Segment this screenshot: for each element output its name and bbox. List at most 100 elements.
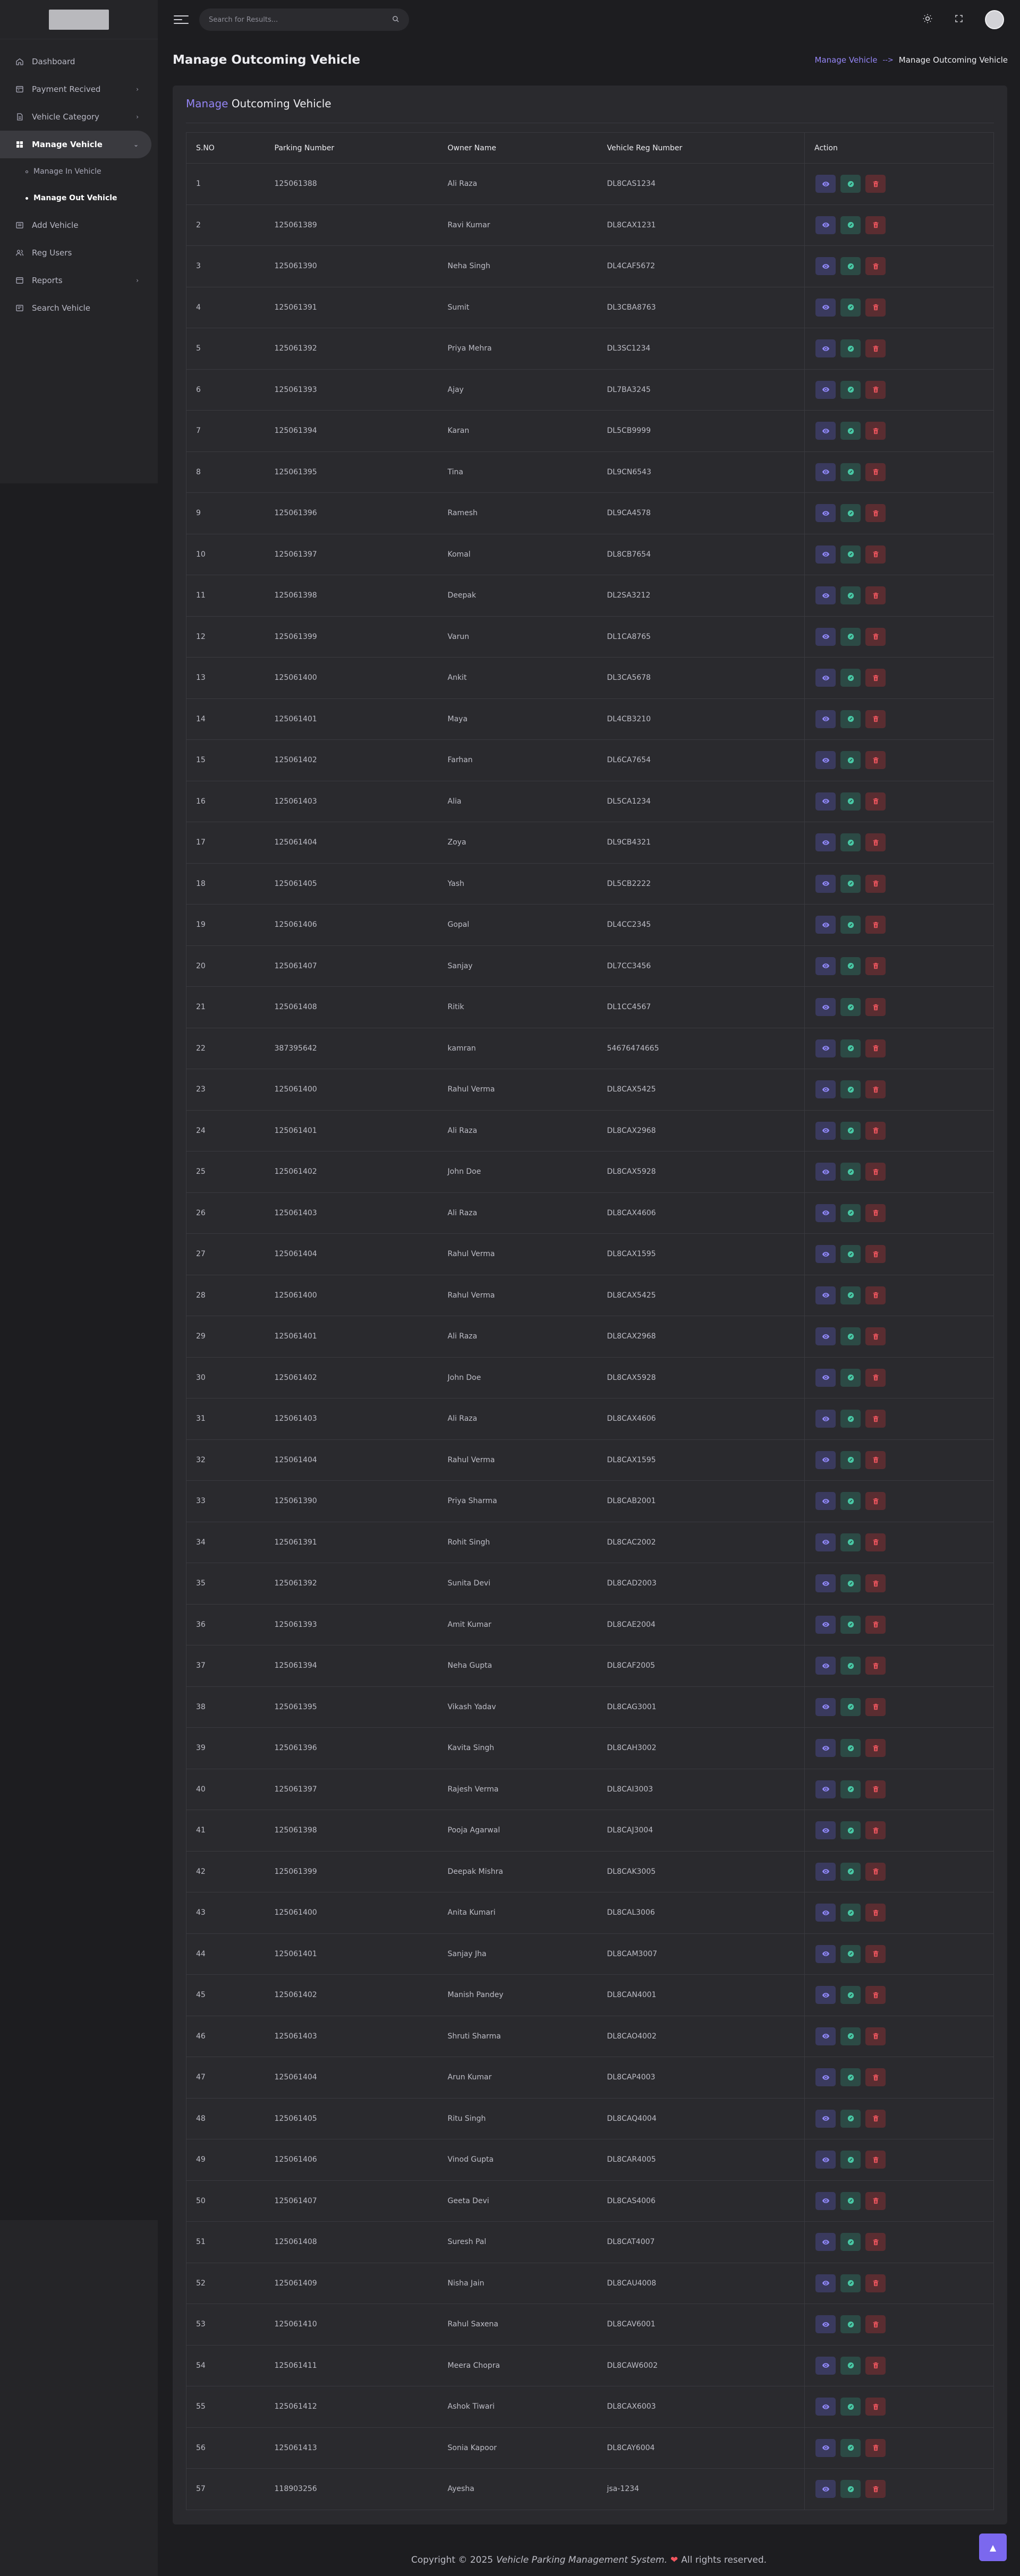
edit-button[interactable]: [840, 751, 861, 770]
delete-button[interactable]: [865, 1163, 886, 1181]
edit-button[interactable]: [840, 1163, 861, 1181]
delete-button[interactable]: [865, 1986, 886, 2004]
delete-button[interactable]: [865, 380, 886, 399]
edit-button[interactable]: [840, 1657, 861, 1675]
view-button[interactable]: [815, 298, 836, 317]
delete-button[interactable]: [865, 792, 886, 811]
delete-button[interactable]: [865, 1574, 886, 1593]
delete-button[interactable]: [865, 1039, 886, 1057]
view-button[interactable]: [815, 998, 836, 1017]
delete-button[interactable]: [865, 1204, 886, 1222]
view-button[interactable]: [815, 2233, 836, 2251]
delete-button[interactable]: [865, 1245, 886, 1264]
edit-button[interactable]: [840, 1986, 861, 2004]
view-button[interactable]: [815, 1492, 836, 1511]
view-button[interactable]: [815, 1780, 836, 1798]
edit-button[interactable]: [840, 1862, 861, 1881]
view-button[interactable]: [815, 1286, 836, 1304]
delete-button[interactable]: [865, 1533, 886, 1551]
delete-button[interactable]: [865, 1327, 886, 1346]
delete-button[interactable]: [865, 751, 886, 770]
view-button[interactable]: [815, 504, 836, 523]
view-button[interactable]: [815, 1451, 836, 1469]
edit-button[interactable]: [840, 1245, 861, 1264]
sidebar-item-search-vehicle[interactable]: Search Vehicle: [0, 294, 151, 322]
delete-button[interactable]: [865, 175, 886, 193]
delete-button[interactable]: [865, 1121, 886, 1140]
delete-button[interactable]: [865, 2356, 886, 2375]
view-button[interactable]: [815, 1574, 836, 1593]
edit-button[interactable]: [840, 1451, 861, 1469]
view-button[interactable]: [815, 2274, 836, 2292]
sidebar-item-add-vehicle[interactable]: Add Vehicle: [0, 211, 151, 239]
view-button[interactable]: [815, 1821, 836, 1840]
edit-button[interactable]: [840, 2109, 861, 2128]
delete-button[interactable]: [865, 1615, 886, 1634]
view-button[interactable]: [815, 710, 836, 728]
delete-button[interactable]: [865, 2315, 886, 2334]
edit-button[interactable]: [840, 1286, 861, 1304]
edit-button[interactable]: [840, 1368, 861, 1387]
delete-button[interactable]: [865, 463, 886, 481]
view-button[interactable]: [815, 1039, 836, 1057]
delete-button[interactable]: [865, 1368, 886, 1387]
edit-button[interactable]: [840, 792, 861, 811]
edit-button[interactable]: [840, 2274, 861, 2292]
view-button[interactable]: [815, 1904, 836, 1922]
edit-button[interactable]: [840, 545, 861, 564]
edit-button[interactable]: [840, 1698, 861, 1716]
edit-button[interactable]: [840, 957, 861, 975]
edit-button[interactable]: [840, 874, 861, 893]
breadcrumb-link-manage-vehicle[interactable]: Manage Vehicle: [815, 55, 878, 65]
view-button[interactable]: [815, 627, 836, 646]
view-button[interactable]: [815, 1163, 836, 1181]
delete-button[interactable]: [865, 504, 886, 523]
delete-button[interactable]: [865, 1657, 886, 1675]
sidebar-item-payment-recived[interactable]: Payment Recived ›: [0, 75, 151, 103]
edit-button[interactable]: [840, 669, 861, 687]
edit-button[interactable]: [840, 833, 861, 852]
delete-button[interactable]: [865, 957, 886, 975]
edit-button[interactable]: [840, 1533, 861, 1551]
view-button[interactable]: [815, 751, 836, 770]
view-button[interactable]: [815, 1944, 836, 1963]
edit-button[interactable]: [840, 1780, 861, 1798]
delete-button[interactable]: [865, 1410, 886, 1428]
edit-button[interactable]: [840, 1904, 861, 1922]
edit-button[interactable]: [840, 2233, 861, 2251]
view-button[interactable]: [815, 175, 836, 193]
edit-button[interactable]: [840, 586, 861, 605]
edit-button[interactable]: [840, 916, 861, 934]
delete-button[interactable]: [865, 2191, 886, 2210]
delete-button[interactable]: [865, 2109, 886, 2128]
sidebar-subitem-manage-out-vehicle[interactable]: Manage Out Vehicle: [0, 185, 158, 211]
menu-toggle-icon[interactable]: [174, 12, 189, 27]
edit-button[interactable]: [840, 1739, 861, 1758]
edit-button[interactable]: [840, 2191, 861, 2210]
edit-button[interactable]: [840, 422, 861, 440]
edit-button[interactable]: [840, 2068, 861, 2087]
view-button[interactable]: [815, 586, 836, 605]
edit-button[interactable]: [840, 463, 861, 481]
delete-button[interactable]: [865, 669, 886, 687]
logo[interactable]: [49, 9, 109, 30]
edit-button[interactable]: [840, 380, 861, 399]
delete-button[interactable]: [865, 710, 886, 728]
view-button[interactable]: [815, 339, 836, 358]
edit-button[interactable]: [840, 1615, 861, 1634]
view-button[interactable]: [815, 916, 836, 934]
view-button[interactable]: [815, 2027, 836, 2045]
delete-button[interactable]: [865, 2027, 886, 2045]
view-button[interactable]: [815, 1204, 836, 1222]
delete-button[interactable]: [865, 2068, 886, 2087]
delete-button[interactable]: [865, 2151, 886, 2169]
sidebar-item-reg-users[interactable]: Reg Users: [0, 239, 151, 267]
edit-button[interactable]: [840, 2027, 861, 2045]
view-button[interactable]: [815, 1327, 836, 1346]
delete-button[interactable]: [865, 1862, 886, 1881]
edit-button[interactable]: [840, 1204, 861, 1222]
sidebar-item-vehicle-category[interactable]: Vehicle Category ›: [0, 103, 151, 131]
edit-button[interactable]: [840, 257, 861, 276]
sidebar-subitem-manage-in-vehicle[interactable]: Manage In Vehicle: [0, 158, 158, 185]
delete-button[interactable]: [865, 2398, 886, 2416]
